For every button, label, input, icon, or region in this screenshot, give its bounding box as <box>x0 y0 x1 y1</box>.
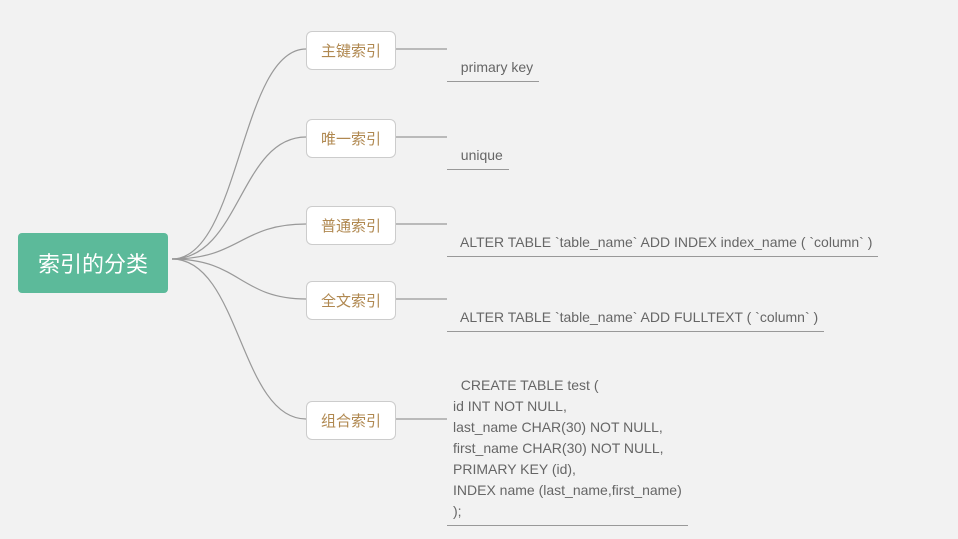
root-label: 索引的分类 <box>38 252 148 277</box>
child-node-unique[interactable]: 唯一索引 <box>306 119 396 158</box>
leaf-text: ALTER TABLE `table_name` ADD FULLTEXT ( … <box>460 309 818 325</box>
child-label: 普通索引 <box>321 218 381 235</box>
child-label: 主键索引 <box>321 43 381 60</box>
leaf-text: unique <box>461 147 503 163</box>
leaf-text: primary key <box>461 59 533 75</box>
root-node[interactable]: 索引的分类 <box>18 233 168 293</box>
child-node-fulltext[interactable]: 全文索引 <box>306 281 396 320</box>
leaf-unique: unique <box>447 124 509 170</box>
child-label: 组合索引 <box>321 413 381 430</box>
child-label: 唯一索引 <box>321 131 381 148</box>
leaf-text: ALTER TABLE `table_name` ADD INDEX index… <box>460 234 872 250</box>
child-node-primary-key[interactable]: 主键索引 <box>306 31 396 70</box>
leaf-fulltext: ALTER TABLE `table_name` ADD FULLTEXT ( … <box>447 286 824 332</box>
leaf-composite: CREATE TABLE test ( id INT NOT NULL, las… <box>447 354 688 526</box>
leaf-normal-index: ALTER TABLE `table_name` ADD INDEX index… <box>447 211 878 257</box>
child-node-composite[interactable]: 组合索引 <box>306 401 396 440</box>
leaf-primary-key: primary key <box>447 36 539 82</box>
child-node-normal-index[interactable]: 普通索引 <box>306 206 396 245</box>
leaf-text: CREATE TABLE test ( id INT NOT NULL, las… <box>453 377 682 519</box>
child-label: 全文索引 <box>321 293 381 310</box>
